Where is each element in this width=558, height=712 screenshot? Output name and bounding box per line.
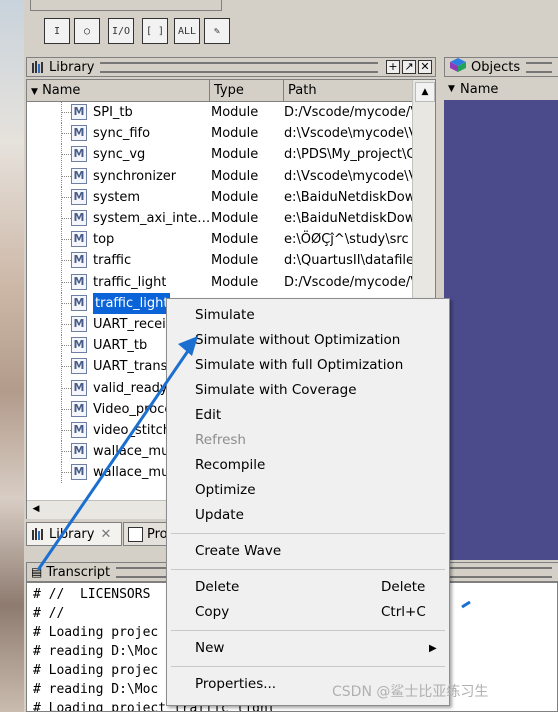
annotation-arrow <box>36 336 471 609</box>
watermark: CSDN @鲨士比亚练习生 <box>332 684 489 700</box>
